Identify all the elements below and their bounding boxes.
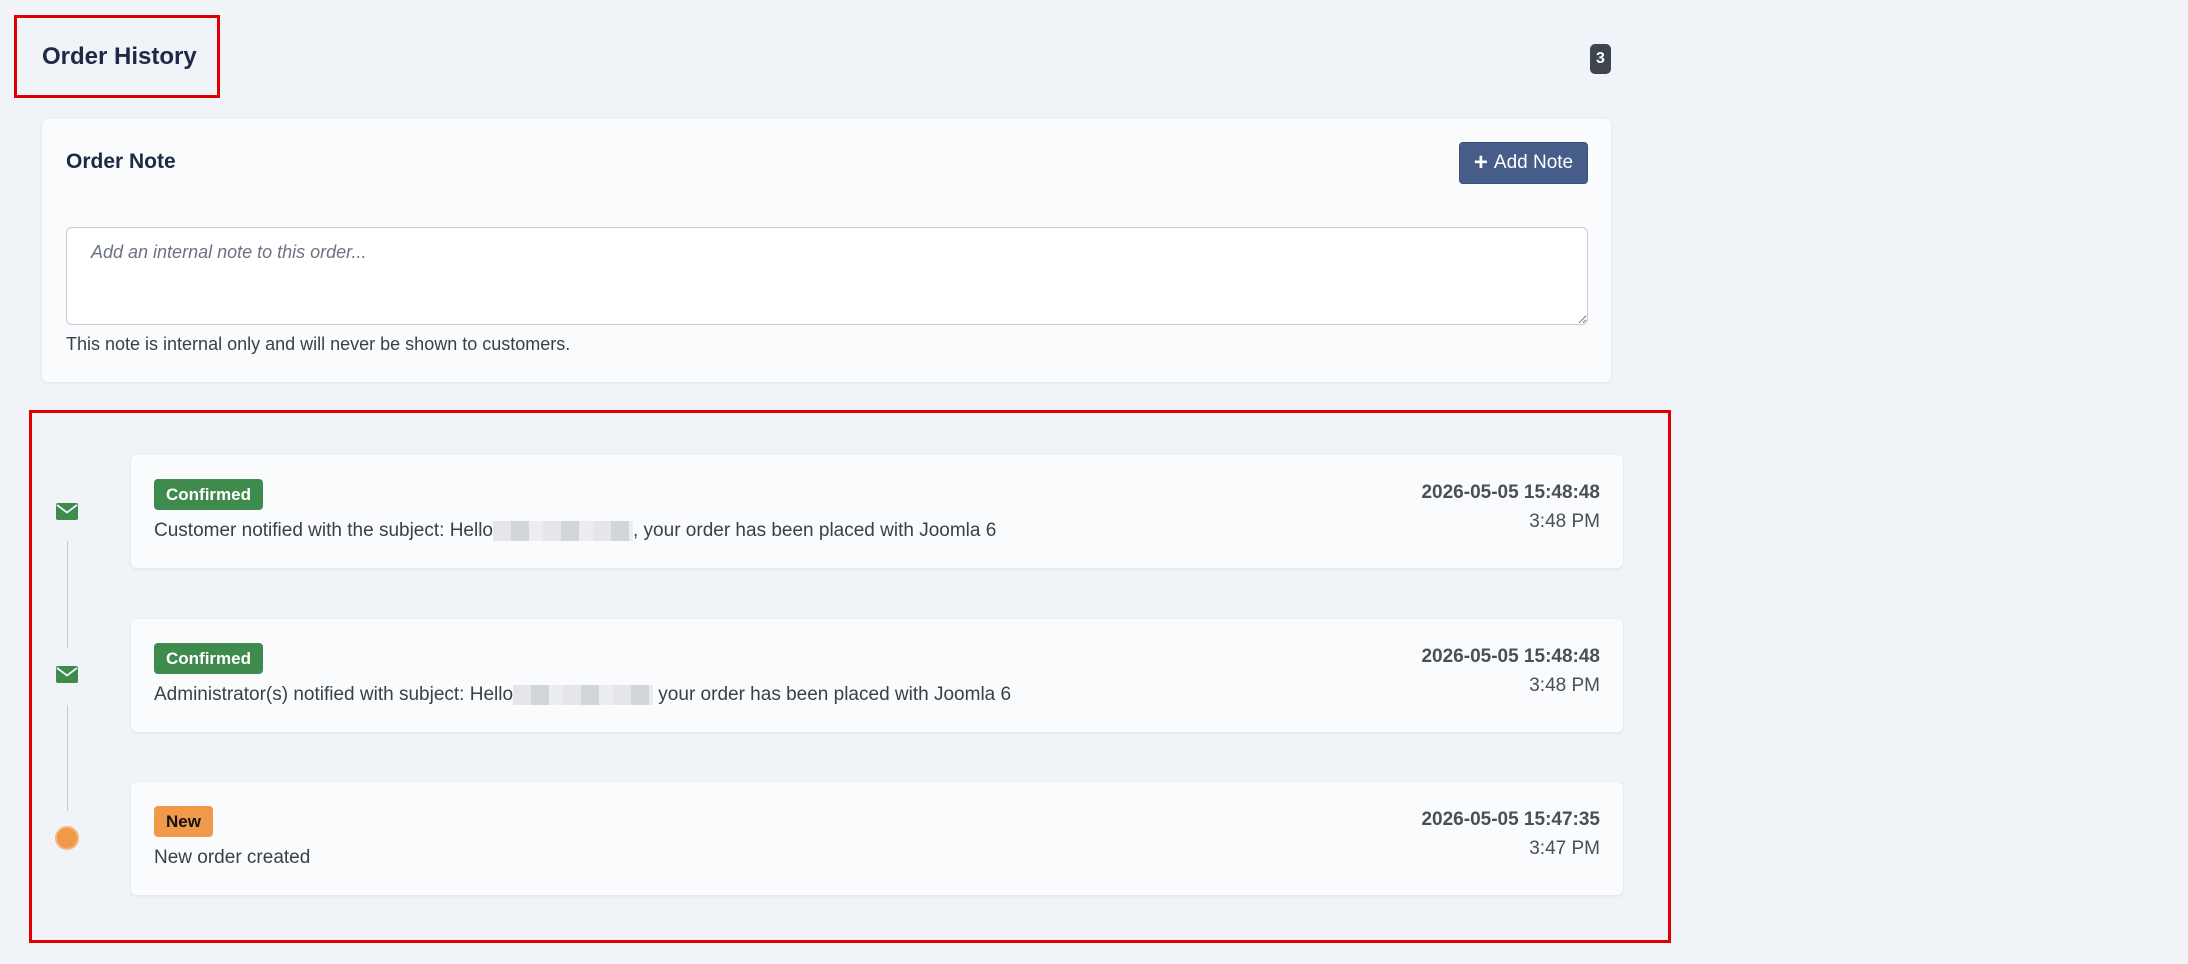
history-entry: Confirmed Administrator(s) notified with… xyxy=(131,619,1623,732)
redacted-name xyxy=(513,684,654,705)
envelope-icon xyxy=(56,503,78,520)
history-date: 2026-05-05 15:47:35 xyxy=(1421,809,1600,830)
history-date: 2026-05-05 15:48:48 xyxy=(1421,482,1600,503)
envelope-icon xyxy=(56,666,78,683)
add-note-label: Add Note xyxy=(1493,152,1574,173)
message-suffix: your order has been placed with Joomla 6 xyxy=(653,684,1012,705)
order-note-title: Order Note xyxy=(66,150,176,173)
order-note-card: Order Note + Add Note This note is inter… xyxy=(42,119,1611,382)
order-note-help-text: This note is internal only and will neve… xyxy=(66,334,571,354)
message-prefix: Customer notified with the subject: Hell… xyxy=(154,520,493,541)
history-time: 3:47 PM xyxy=(1529,838,1600,859)
history-message: Customer notified with the subject: Hell… xyxy=(154,520,996,542)
timeline-connector xyxy=(67,705,68,811)
history-time: 3:48 PM xyxy=(1529,675,1600,696)
plus-icon: + xyxy=(1473,149,1488,176)
new-order-dot-icon xyxy=(55,826,79,850)
history-entry: New New order created 2026-05-05 15:47:3… xyxy=(131,782,1623,895)
history-message: New order created xyxy=(154,847,310,869)
add-note-button[interactable]: + Add Note xyxy=(1459,142,1588,184)
message-prefix: New order created xyxy=(154,847,311,868)
status-badge: Confirmed xyxy=(154,643,263,674)
history-time: 3:48 PM xyxy=(1529,511,1600,532)
message-suffix: , your order has been placed with Joomla… xyxy=(633,520,997,541)
status-badge: New xyxy=(154,806,213,837)
history-entry: Confirmed Customer notified with the sub… xyxy=(131,455,1623,568)
page-title: Order History xyxy=(42,43,197,70)
history-message: Administrator(s) notified with subject: … xyxy=(154,684,1011,706)
history-count-badge: 3 xyxy=(1590,44,1611,74)
status-badge: Confirmed xyxy=(154,479,263,510)
order-note-input[interactable] xyxy=(66,227,1588,325)
timeline-connector xyxy=(67,541,68,648)
history-date: 2026-05-05 15:48:48 xyxy=(1421,646,1600,667)
message-prefix: Administrator(s) notified with subject: … xyxy=(154,684,514,705)
redacted-name xyxy=(493,520,633,541)
